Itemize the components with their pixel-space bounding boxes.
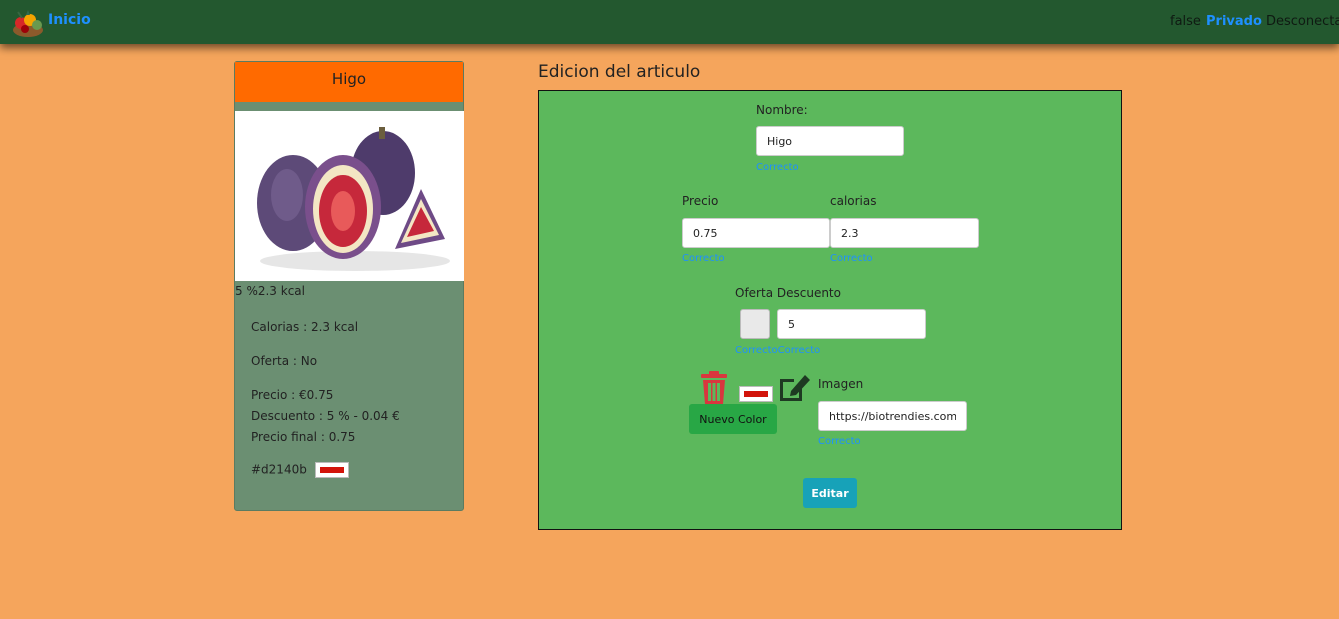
imagen-url-input[interactable] xyxy=(818,401,967,431)
descuento-input[interactable] xyxy=(777,309,926,339)
product-descuento: Descuento : 5 % - 0.04 € xyxy=(251,409,400,423)
edit-form: Nombre: Correcto Precio Correcto caloria… xyxy=(538,90,1122,530)
color-picker-swatch[interactable] xyxy=(739,386,773,402)
trash-icon[interactable] xyxy=(699,371,729,405)
fruit-basket-icon[interactable] xyxy=(10,6,46,38)
product-precio: Precio : €0.75 xyxy=(251,388,334,402)
product-color-swatch xyxy=(314,462,349,478)
calorias-status: Correcto xyxy=(830,253,873,264)
top-navbar: Inicio false Privado Desconectar xyxy=(0,0,1339,44)
product-image xyxy=(235,111,464,281)
oferta-checkbox[interactable] xyxy=(740,309,770,339)
nombre-status: Correcto xyxy=(756,162,799,173)
nav-privado-link[interactable]: Privado xyxy=(1206,14,1262,29)
editar-button[interactable]: Editar xyxy=(803,478,857,508)
product-summary: 5 %2.3 kcal xyxy=(235,284,305,298)
product-card: Higo 5 %2.3 kcal Calorias : 2.3 kcal Ofe… xyxy=(234,61,464,511)
product-calorias: Calorias : 2.3 kcal xyxy=(251,320,359,334)
precio-label: Precio xyxy=(682,194,719,208)
nuevo-color-button[interactable]: Nuevo Color xyxy=(689,404,777,434)
oferta-label: Oferta Descuento xyxy=(735,286,841,300)
precio-status: Correcto xyxy=(682,253,725,264)
nav-desconectar-link[interactable]: Desconectar xyxy=(1266,14,1339,29)
product-precio-final: Precio final : 0.75 xyxy=(251,430,356,444)
editor-title: Edicion del articulo xyxy=(538,62,701,82)
edit-icon[interactable] xyxy=(777,371,811,403)
oferta-status: CorrectoCorrecto xyxy=(735,345,821,356)
precio-input[interactable] xyxy=(682,218,830,248)
product-color-hex: #d2140b xyxy=(251,462,307,477)
calorias-input[interactable] xyxy=(830,218,979,248)
product-card-title: Higo xyxy=(235,62,463,102)
calorias-label: calorias xyxy=(830,194,877,208)
imagen-status: Correcto xyxy=(818,436,861,447)
nav-status-text: false xyxy=(1170,14,1201,29)
nombre-label: Nombre: xyxy=(756,103,808,117)
nav-inicio-link[interactable]: Inicio xyxy=(48,12,91,28)
fig-image xyxy=(257,127,450,271)
imagen-label: Imagen xyxy=(818,377,864,391)
nombre-input[interactable] xyxy=(756,126,904,156)
product-color-row: #d2140b xyxy=(251,462,349,478)
product-oferta: Oferta : No xyxy=(251,354,318,368)
